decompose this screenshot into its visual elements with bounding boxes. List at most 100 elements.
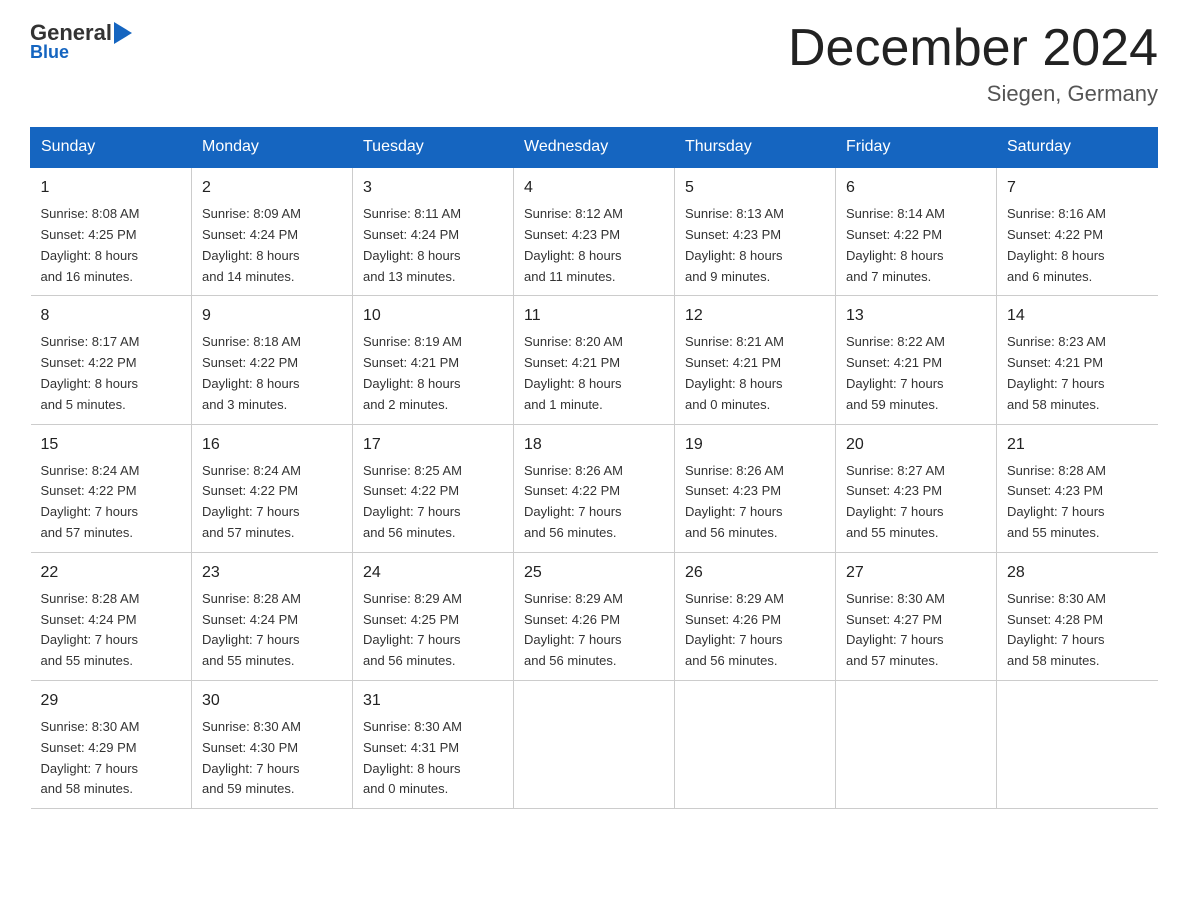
day-number: 26 xyxy=(685,561,825,585)
day-info: Sunrise: 8:23 AM Sunset: 4:21 PM Dayligh… xyxy=(1007,332,1148,415)
day-number: 7 xyxy=(1007,176,1148,200)
day-number: 17 xyxy=(363,433,503,457)
day-info: Sunrise: 8:16 AM Sunset: 4:22 PM Dayligh… xyxy=(1007,204,1148,287)
day-number: 10 xyxy=(363,304,503,328)
day-cell: 18 Sunrise: 8:26 AM Sunset: 4:22 PM Dayli… xyxy=(514,424,675,552)
day-cell: 3Sunrise: 8:11 AM Sunset: 4:24 PM Daylig… xyxy=(353,167,514,296)
day-cell: 16 Sunrise: 8:24 AM Sunset: 4:22 PM Dayli… xyxy=(192,424,353,552)
day-cell: 28 Sunrise: 8:30 AM Sunset: 4:28 PM Dayli… xyxy=(997,552,1158,680)
day-number: 18 xyxy=(524,433,664,457)
page-header: General Blue December 2024 Siegen, Germa… xyxy=(30,20,1158,107)
day-info: Sunrise: 8:27 AM Sunset: 4:23 PM Dayligh… xyxy=(846,461,986,544)
day-info: Sunrise: 8:26 AM Sunset: 4:23 PM Dayligh… xyxy=(685,461,825,544)
day-number: 27 xyxy=(846,561,986,585)
main-title: December 2024 xyxy=(788,20,1158,77)
day-number: 12 xyxy=(685,304,825,328)
logo-arrow-icon xyxy=(114,22,132,44)
calendar-header: SundayMondayTuesdayWednesdayThursdayFrid… xyxy=(31,128,1158,168)
day-info: Sunrise: 8:18 AM Sunset: 4:22 PM Dayligh… xyxy=(202,332,342,415)
day-info: Sunrise: 8:09 AM Sunset: 4:24 PM Dayligh… xyxy=(202,204,342,287)
day-number: 28 xyxy=(1007,561,1148,585)
week-row-3: 15 Sunrise: 8:24 AM Sunset: 4:22 PM Dayli… xyxy=(31,424,1158,552)
day-cell: 20Sunrise: 8:27 AM Sunset: 4:23 PM Dayli… xyxy=(836,424,997,552)
day-cell: 26 Sunrise: 8:29 AM Sunset: 4:26 PM Dayli… xyxy=(675,552,836,680)
week-row-1: 1 Sunrise: 8:08 AM Sunset: 4:25 PM Daylig… xyxy=(31,167,1158,296)
day-cell: 22 Sunrise: 8:28 AM Sunset: 4:24 PM Dayli… xyxy=(31,552,192,680)
day-number: 1 xyxy=(41,176,182,200)
day-cell: 31 Sunrise: 8:30 AM Sunset: 4:31 PM Dayli… xyxy=(353,680,514,808)
day-number: 31 xyxy=(363,689,503,713)
day-cell: 19 Sunrise: 8:26 AM Sunset: 4:23 PM Dayli… xyxy=(675,424,836,552)
day-number: 13 xyxy=(846,304,986,328)
day-info: Sunrise: 8:29 AM Sunset: 4:26 PM Dayligh… xyxy=(685,589,825,672)
day-number: 9 xyxy=(202,304,342,328)
day-number: 25 xyxy=(524,561,664,585)
day-cell: 9 Sunrise: 8:18 AM Sunset: 4:22 PM Daylig… xyxy=(192,296,353,424)
day-info: Sunrise: 8:28 AM Sunset: 4:23 PM Dayligh… xyxy=(1007,461,1148,544)
day-info: Sunrise: 8:24 AM Sunset: 4:22 PM Dayligh… xyxy=(202,461,342,544)
day-number: 6 xyxy=(846,176,986,200)
day-cell: 8Sunrise: 8:17 AM Sunset: 4:22 PM Daylig… xyxy=(31,296,192,424)
day-cell: 2 Sunrise: 8:09 AM Sunset: 4:24 PM Daylig… xyxy=(192,167,353,296)
day-cell: 17 Sunrise: 8:25 AM Sunset: 4:22 PM Dayli… xyxy=(353,424,514,552)
day-cell xyxy=(997,680,1158,808)
header-row: SundayMondayTuesdayWednesdayThursdayFrid… xyxy=(31,128,1158,168)
day-number: 16 xyxy=(202,433,342,457)
day-number: 14 xyxy=(1007,304,1148,328)
day-number: 11 xyxy=(524,304,664,328)
day-info: Sunrise: 8:14 AM Sunset: 4:22 PM Dayligh… xyxy=(846,204,986,287)
day-info: Sunrise: 8:19 AM Sunset: 4:21 PM Dayligh… xyxy=(363,332,503,415)
header-cell-wednesday: Wednesday xyxy=(514,128,675,168)
day-cell: 13 Sunrise: 8:22 AM Sunset: 4:21 PM Dayli… xyxy=(836,296,997,424)
day-info: Sunrise: 8:22 AM Sunset: 4:21 PM Dayligh… xyxy=(846,332,986,415)
day-info: Sunrise: 8:30 AM Sunset: 4:30 PM Dayligh… xyxy=(202,717,342,800)
day-info: Sunrise: 8:28 AM Sunset: 4:24 PM Dayligh… xyxy=(41,589,182,672)
day-number: 19 xyxy=(685,433,825,457)
day-info: Sunrise: 8:21 AM Sunset: 4:21 PM Dayligh… xyxy=(685,332,825,415)
day-cell: 12 Sunrise: 8:21 AM Sunset: 4:21 PM Dayli… xyxy=(675,296,836,424)
day-info: Sunrise: 8:13 AM Sunset: 4:23 PM Dayligh… xyxy=(685,204,825,287)
day-number: 2 xyxy=(202,176,342,200)
day-number: 5 xyxy=(685,176,825,200)
day-info: Sunrise: 8:30 AM Sunset: 4:28 PM Dayligh… xyxy=(1007,589,1148,672)
day-number: 22 xyxy=(41,561,182,585)
header-cell-saturday: Saturday xyxy=(997,128,1158,168)
day-cell: 11 Sunrise: 8:20 AM Sunset: 4:21 PM Dayli… xyxy=(514,296,675,424)
day-info: Sunrise: 8:30 AM Sunset: 4:27 PM Dayligh… xyxy=(846,589,986,672)
header-cell-thursday: Thursday xyxy=(675,128,836,168)
day-cell xyxy=(514,680,675,808)
day-info: Sunrise: 8:25 AM Sunset: 4:22 PM Dayligh… xyxy=(363,461,503,544)
day-info: Sunrise: 8:08 AM Sunset: 4:25 PM Dayligh… xyxy=(41,204,182,287)
header-cell-friday: Friday xyxy=(836,128,997,168)
day-number: 15 xyxy=(41,433,182,457)
logo: General Blue xyxy=(30,20,132,63)
day-cell: 14 Sunrise: 8:23 AM Sunset: 4:21 PM Dayli… xyxy=(997,296,1158,424)
day-cell: 4Sunrise: 8:12 AM Sunset: 4:23 PM Daylig… xyxy=(514,167,675,296)
day-cell: 7 Sunrise: 8:16 AM Sunset: 4:22 PM Daylig… xyxy=(997,167,1158,296)
logo-blue-text: Blue xyxy=(30,42,132,63)
day-info: Sunrise: 8:12 AM Sunset: 4:23 PM Dayligh… xyxy=(524,204,664,287)
week-row-5: 29Sunrise: 8:30 AM Sunset: 4:29 PM Dayli… xyxy=(31,680,1158,808)
day-cell: 6 Sunrise: 8:14 AM Sunset: 4:22 PM Daylig… xyxy=(836,167,997,296)
week-row-2: 8Sunrise: 8:17 AM Sunset: 4:22 PM Daylig… xyxy=(31,296,1158,424)
day-cell: 30 Sunrise: 8:30 AM Sunset: 4:30 PM Dayli… xyxy=(192,680,353,808)
day-info: Sunrise: 8:29 AM Sunset: 4:25 PM Dayligh… xyxy=(363,589,503,672)
day-info: Sunrise: 8:28 AM Sunset: 4:24 PM Dayligh… xyxy=(202,589,342,672)
day-cell: 21 Sunrise: 8:28 AM Sunset: 4:23 PM Dayli… xyxy=(997,424,1158,552)
day-number: 29 xyxy=(41,689,182,713)
header-cell-monday: Monday xyxy=(192,128,353,168)
day-info: Sunrise: 8:17 AM Sunset: 4:22 PM Dayligh… xyxy=(41,332,182,415)
day-number: 24 xyxy=(363,561,503,585)
day-info: Sunrise: 8:20 AM Sunset: 4:21 PM Dayligh… xyxy=(524,332,664,415)
day-number: 30 xyxy=(202,689,342,713)
day-number: 23 xyxy=(202,561,342,585)
day-cell: 1 Sunrise: 8:08 AM Sunset: 4:25 PM Daylig… xyxy=(31,167,192,296)
day-cell: 5 Sunrise: 8:13 AM Sunset: 4:23 PM Daylig… xyxy=(675,167,836,296)
day-cell xyxy=(675,680,836,808)
day-number: 21 xyxy=(1007,433,1148,457)
day-cell: 29Sunrise: 8:30 AM Sunset: 4:29 PM Dayli… xyxy=(31,680,192,808)
day-info: Sunrise: 8:26 AM Sunset: 4:22 PM Dayligh… xyxy=(524,461,664,544)
day-info: Sunrise: 8:30 AM Sunset: 4:31 PM Dayligh… xyxy=(363,717,503,800)
day-cell xyxy=(836,680,997,808)
day-info: Sunrise: 8:24 AM Sunset: 4:22 PM Dayligh… xyxy=(41,461,182,544)
